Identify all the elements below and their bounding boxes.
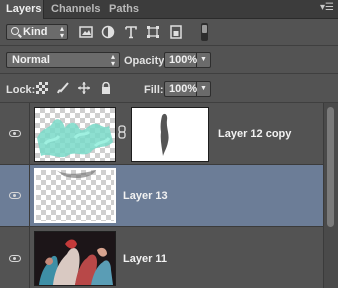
visibility-toggle[interactable] (0, 227, 30, 288)
adjustment-filter-icon[interactable] (101, 25, 115, 39)
chain-link-icon[interactable] (118, 125, 126, 139)
type-filter-icon[interactable] (124, 25, 138, 39)
visibility-toggle[interactable] (0, 103, 30, 164)
layer-name[interactable]: Layer 12 copy (218, 128, 291, 140)
eye-icon (9, 130, 21, 137)
lock-row: Lock: Fill: 100% ▼ (0, 74, 338, 103)
layer-thumbnail-image (37, 119, 113, 158)
image-filter-icon[interactable] (79, 25, 93, 39)
layer-thumbnail[interactable] (34, 168, 116, 223)
eye-icon (9, 255, 21, 262)
eye-icon (9, 192, 21, 199)
layers-panel: Layers Channels Paths ▾☰ Kind ▴ ▾ Normal… (0, 0, 338, 288)
search-icon (11, 27, 19, 35)
tab-channels[interactable]: Channels (45, 0, 103, 18)
layer-list-scrollbar[interactable] (323, 103, 338, 288)
blend-mode-value: Normal (12, 54, 50, 66)
lock-label: Lock: (6, 84, 36, 96)
shape-filter-icon[interactable] (146, 25, 160, 39)
layer-thumbnail-image (56, 170, 96, 178)
tab-layers[interactable]: Layers (0, 0, 44, 19)
layer-thumbnail[interactable] (34, 107, 116, 162)
tab-paths[interactable]: Paths (103, 0, 143, 18)
filter-kind-label: Kind (23, 26, 48, 38)
lock-image-icon[interactable] (57, 82, 69, 94)
opacity-input[interactable]: 100% (164, 52, 197, 68)
smart-object-filter-icon[interactable] (169, 25, 183, 39)
fill-dropdown-button[interactable]: ▼ (197, 81, 211, 97)
filter-toggle-switch[interactable] (201, 23, 208, 41)
scrollbar-thumb[interactable] (327, 107, 334, 227)
layer-row[interactable]: Layer 12 copy (0, 103, 323, 165)
layer-mask-thumbnail[interactable] (131, 107, 209, 162)
layer-mask-image (160, 113, 169, 156)
panel-menu-icon[interactable]: ▾☰ (320, 2, 334, 14)
panel-tab-bar: Layers Channels Paths ▾☰ (0, 0, 338, 19)
layer-row[interactable]: Layer 11 (0, 227, 323, 288)
layer-list: Layer 12 copy Layer 13 Layer 11 (0, 103, 323, 288)
opacity-label: Opacity: (124, 55, 169, 67)
blend-mode-select[interactable]: Normal ▴ ▾ (6, 52, 120, 68)
fill-label: Fill: (144, 84, 164, 96)
filter-row: Kind ▴ ▾ (0, 19, 338, 46)
opacity-dropdown-button[interactable]: ▼ (197, 52, 211, 68)
layer-name[interactable]: Layer 13 (123, 190, 168, 202)
fill-input[interactable]: 100% (164, 81, 197, 97)
blend-row: Normal ▴ ▾ Opacity: 100% ▼ (0, 46, 338, 74)
filter-kind-select[interactable]: Kind ▴ ▾ (6, 24, 68, 40)
visibility-toggle[interactable] (0, 165, 30, 226)
layer-name[interactable]: Layer 11 (123, 253, 167, 265)
layer-thumbnail[interactable] (34, 231, 116, 286)
stepper-arrows-icon: ▴ ▾ (59, 24, 64, 40)
lock-transparent-icon[interactable] (36, 82, 48, 94)
lock-all-icon[interactable] (100, 82, 112, 94)
lock-position-icon[interactable] (78, 82, 90, 94)
layer-row-selected[interactable]: Layer 13 (0, 165, 323, 227)
layer-thumbnail-image (35, 232, 115, 285)
stepper-arrows-icon: ▴ ▾ (110, 52, 115, 68)
